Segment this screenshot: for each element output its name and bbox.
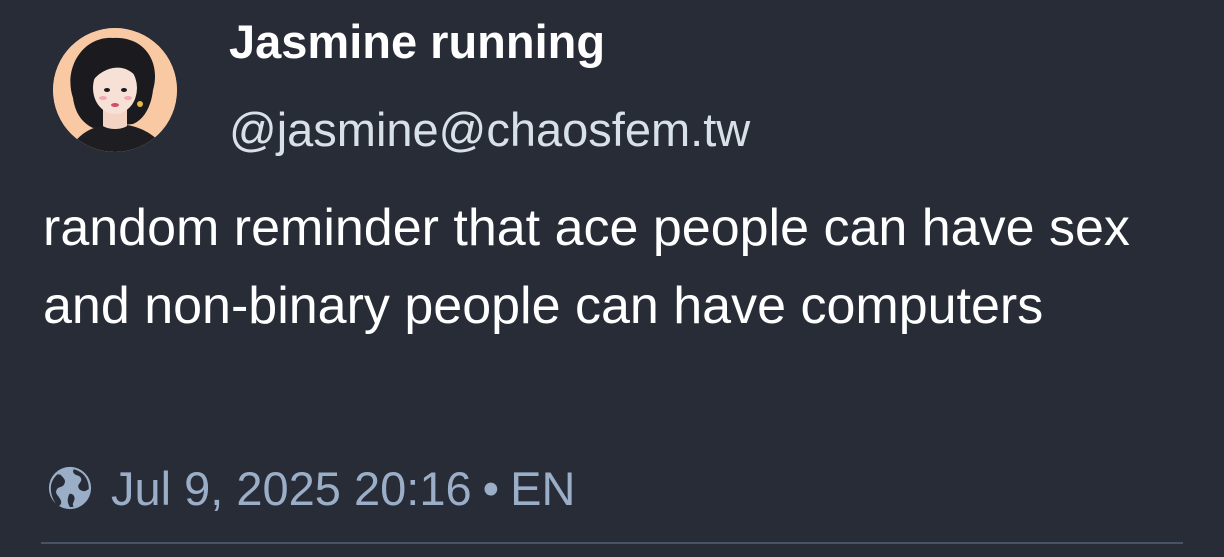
avatar[interactable] (53, 28, 177, 160)
meta-separator: • (482, 461, 500, 515)
post-content: random reminder that ace people can have… (43, 189, 1193, 345)
divider (41, 542, 1183, 544)
avatar-illustration-icon (53, 28, 177, 152)
globe-icon (48, 466, 92, 510)
author-display-name[interactable]: Jasmine running (229, 14, 605, 70)
post-text: random reminder that ace people can have… (43, 199, 1130, 335)
post-timestamp[interactable]: Jul 9, 2025 20:16 (111, 461, 472, 516)
author-handle[interactable]: @jasmine@chaosfem.tw (229, 102, 750, 158)
post-card: Jasmine running @jasmine@chaosfem.tw ran… (0, 0, 1224, 557)
post-language: EN (510, 461, 576, 515)
post-meta: Jul 9, 2025 20:16 • EN (47, 458, 575, 518)
